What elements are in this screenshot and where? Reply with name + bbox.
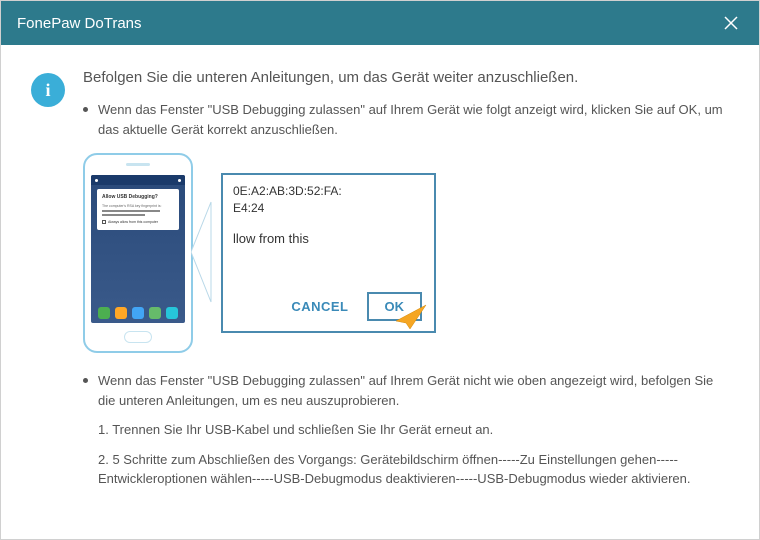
zoom-mac-line1: 0E:A2:AB:3D:52:FA: [233,183,424,200]
phone-dialog-line1: The computer's RSA key fingerprint is: [102,204,174,209]
window-title: FonePaw DoTrans [17,15,142,32]
phone-dialog-title: Allow USB Debugging? [102,194,174,201]
bullet-2-text: Wenn das Fenster "USB Debugging zulassen… [98,371,729,410]
dock-icon [132,307,144,319]
info-icon: i [31,73,65,107]
phone-usb-dialog: Allow USB Debugging? The computer's RSA … [97,189,179,230]
zoom-allow-text: llow from this [233,231,424,246]
step-2: 2. 5 Schritte zum Abschließen des Vorgan… [98,450,729,489]
illustration: Allow USB Debugging? The computer's RSA … [83,153,729,353]
bullet-2: Wenn das Fenster "USB Debugging zulassen… [83,371,729,410]
close-button[interactable] [719,11,743,35]
titlebar: FonePaw DoTrans [1,1,759,45]
step-1: 1. Trennen Sie Ihr USB-Kabel und schließ… [98,420,729,440]
bullet-dot-icon [83,378,88,383]
bullet-1: Wenn das Fenster "USB Debugging zulassen… [83,100,729,139]
dock-icon [98,307,110,319]
phone-always-allow: Always allow from this computer [102,220,174,225]
bullet-dot-icon [83,107,88,112]
dialog-content: i Befolgen Sie die unteren Anleitungen, … [1,45,759,509]
dock-icon [149,307,161,319]
ok-button[interactable]: OK [367,292,423,321]
phone-mockup: Allow USB Debugging? The computer's RSA … [83,153,193,353]
cancel-button[interactable]: CANCEL [291,299,348,314]
page-title: Befolgen Sie die unteren Anleitungen, um… [83,69,729,86]
dock-icon [115,307,127,319]
phone-screen: Allow USB Debugging? The computer's RSA … [91,175,185,323]
phone-speaker [126,163,150,166]
phone-checkbox-label: Always allow from this computer [108,220,158,225]
checkbox-icon [102,220,106,224]
zoom-panel: 0E:A2:AB:3D:52:FA: E4:24 llow from this … [221,173,436,333]
cursor-arrow-icon [388,303,428,331]
zoom-mac-line2: E4:24 [233,200,424,217]
bullet-1-text: Wenn das Fenster "USB Debugging zulassen… [98,100,729,139]
main-area: Befolgen Sie die unteren Anleitungen, um… [83,69,729,489]
callout-connector [191,252,221,254]
phone-statusbar [91,175,185,185]
zoom-buttons: CANCEL OK [291,292,422,321]
phone-dock [91,307,185,319]
phone-home-button [124,331,152,343]
dock-icon [166,307,178,319]
close-icon [723,15,739,31]
